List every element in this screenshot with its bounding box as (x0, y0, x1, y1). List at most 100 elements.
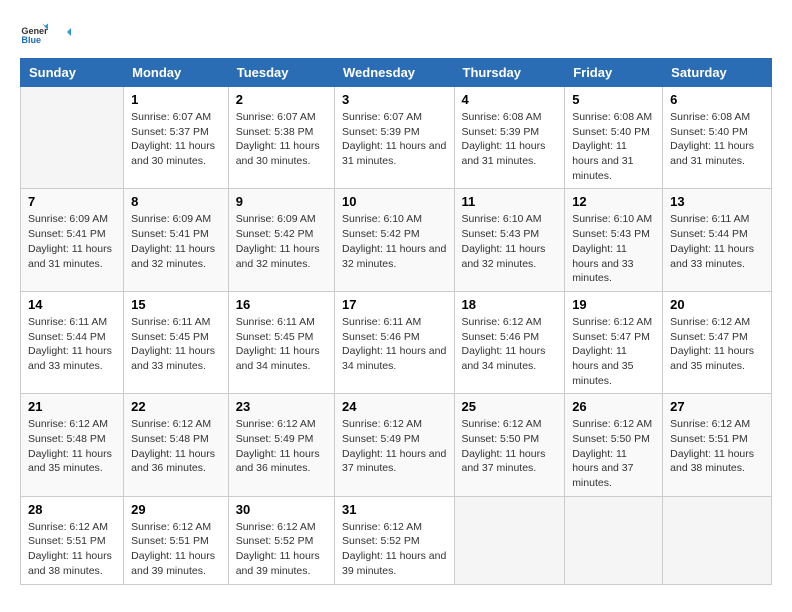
day-number: 24 (342, 399, 446, 414)
day-info: Sunrise: 6:12 AMSunset: 5:48 PMDaylight:… (131, 417, 221, 476)
header-wednesday: Wednesday (335, 59, 454, 87)
day-number: 9 (236, 194, 327, 209)
day-info: Sunrise: 6:07 AMSunset: 5:37 PMDaylight:… (131, 110, 221, 169)
calendar-cell: 20 Sunrise: 6:12 AMSunset: 5:47 PMDayligh… (663, 291, 772, 393)
day-number: 27 (670, 399, 764, 414)
day-info: Sunrise: 6:11 AMSunset: 5:45 PMDaylight:… (236, 315, 327, 374)
day-info: Sunrise: 6:12 AMSunset: 5:48 PMDaylight:… (28, 417, 116, 476)
header: General Blue (20, 20, 772, 48)
calendar-cell: 5Sunrise: 6:08 AMSunset: 5:40 PMDaylight… (565, 87, 663, 189)
day-number: 8 (131, 194, 221, 209)
day-info: Sunrise: 6:12 AMSunset: 5:51 PMDaylight:… (28, 520, 116, 579)
calendar-cell: 16 Sunrise: 6:11 AMSunset: 5:45 PMDayligh… (228, 291, 334, 393)
day-number: 1 (131, 92, 221, 107)
day-info: Sunrise: 6:10 AMSunset: 5:43 PMDaylight:… (462, 212, 558, 271)
day-info: Sunrise: 6:12 AMSunset: 5:51 PMDaylight:… (670, 417, 764, 476)
day-info: Sunrise: 6:08 AMSunset: 5:40 PMDaylight:… (670, 110, 764, 169)
day-info: Sunrise: 6:10 AMSunset: 5:42 PMDaylight:… (342, 212, 446, 271)
header-friday: Friday (565, 59, 663, 87)
day-info: Sunrise: 6:12 AMSunset: 5:52 PMDaylight:… (342, 520, 446, 579)
calendar-cell: 29Sunrise: 6:12 AMSunset: 5:51 PMDayligh… (124, 496, 229, 584)
logo-bird-icon (53, 26, 73, 46)
calendar-week-row: 1 Sunrise: 6:07 AMSunset: 5:37 PMDaylight… (21, 87, 772, 189)
calendar-cell: 19Sunrise: 6:12 AMSunset: 5:47 PMDayligh… (565, 291, 663, 393)
calendar-cell: 15 Sunrise: 6:11 AMSunset: 5:45 PMDayligh… (124, 291, 229, 393)
day-number: 25 (462, 399, 558, 414)
logo: General Blue (20, 20, 74, 48)
calendar-cell: 21 Sunrise: 6:12 AMSunset: 5:48 PMDayligh… (21, 394, 124, 496)
calendar-week-row: 28 Sunrise: 6:12 AMSunset: 5:51 PMDayligh… (21, 496, 772, 584)
day-number: 11 (462, 194, 558, 209)
calendar-cell (454, 496, 565, 584)
calendar-cell (565, 496, 663, 584)
calendar-cell: 1 Sunrise: 6:07 AMSunset: 5:37 PMDaylight… (124, 87, 229, 189)
calendar-cell (21, 87, 124, 189)
header-tuesday: Tuesday (228, 59, 334, 87)
day-info: Sunrise: 6:12 AMSunset: 5:49 PMDaylight:… (236, 417, 327, 476)
day-number: 29 (131, 502, 221, 517)
calendar-table: SundayMondayTuesdayWednesdayThursdayFrid… (20, 58, 772, 585)
header-monday: Monday (124, 59, 229, 87)
day-number: 7 (28, 194, 116, 209)
calendar-cell: 6 Sunrise: 6:08 AMSunset: 5:40 PMDaylight… (663, 87, 772, 189)
day-info: Sunrise: 6:11 AMSunset: 5:46 PMDaylight:… (342, 315, 446, 374)
header-saturday: Saturday (663, 59, 772, 87)
day-info: Sunrise: 6:09 AMSunset: 5:42 PMDaylight:… (236, 212, 327, 271)
calendar-cell: 10 Sunrise: 6:10 AMSunset: 5:42 PMDayligh… (335, 189, 454, 291)
day-number: 6 (670, 92, 764, 107)
calendar-week-row: 14 Sunrise: 6:11 AMSunset: 5:44 PMDayligh… (21, 291, 772, 393)
svg-text:Blue: Blue (21, 35, 41, 45)
calendar-cell: 31Sunrise: 6:12 AMSunset: 5:52 PMDayligh… (335, 496, 454, 584)
day-info: Sunrise: 6:12 AMSunset: 5:50 PMDaylight:… (462, 417, 558, 476)
day-number: 28 (28, 502, 116, 517)
day-number: 10 (342, 194, 446, 209)
calendar-cell: 4Sunrise: 6:08 AMSunset: 5:39 PMDaylight… (454, 87, 565, 189)
calendar-cell: 17 Sunrise: 6:11 AMSunset: 5:46 PMDayligh… (335, 291, 454, 393)
day-number: 30 (236, 502, 327, 517)
logo-icon: General Blue (20, 20, 48, 48)
day-number: 4 (462, 92, 558, 107)
day-number: 14 (28, 297, 116, 312)
day-info: Sunrise: 6:10 AMSunset: 5:43 PMDaylight:… (572, 212, 655, 285)
day-info: Sunrise: 6:08 AMSunset: 5:40 PMDaylight:… (572, 110, 655, 183)
calendar-cell: 11 Sunrise: 6:10 AMSunset: 5:43 PMDayligh… (454, 189, 565, 291)
day-info: Sunrise: 6:09 AMSunset: 5:41 PMDaylight:… (131, 212, 221, 271)
calendar-cell: 22 Sunrise: 6:12 AMSunset: 5:48 PMDayligh… (124, 394, 229, 496)
day-number: 3 (342, 92, 446, 107)
day-number: 21 (28, 399, 116, 414)
day-number: 17 (342, 297, 446, 312)
calendar-cell: 13 Sunrise: 6:11 AMSunset: 5:44 PMDayligh… (663, 189, 772, 291)
day-info: Sunrise: 6:09 AMSunset: 5:41 PMDaylight:… (28, 212, 116, 271)
calendar-cell: 28 Sunrise: 6:12 AMSunset: 5:51 PMDayligh… (21, 496, 124, 584)
calendar-cell: 3 Sunrise: 6:07 AMSunset: 5:39 PMDaylight… (335, 87, 454, 189)
calendar-cell: 14 Sunrise: 6:11 AMSunset: 5:44 PMDayligh… (21, 291, 124, 393)
header-thursday: Thursday (454, 59, 565, 87)
day-info: Sunrise: 6:12 AMSunset: 5:47 PMDaylight:… (670, 315, 764, 374)
calendar-cell: 12Sunrise: 6:10 AMSunset: 5:43 PMDayligh… (565, 189, 663, 291)
day-number: 18 (462, 297, 558, 312)
day-number: 2 (236, 92, 327, 107)
day-info: Sunrise: 6:11 AMSunset: 5:45 PMDaylight:… (131, 315, 221, 374)
day-number: 20 (670, 297, 764, 312)
day-number: 26 (572, 399, 655, 414)
day-info: Sunrise: 6:11 AMSunset: 5:44 PMDaylight:… (28, 315, 116, 374)
calendar-cell: 23 Sunrise: 6:12 AMSunset: 5:49 PMDayligh… (228, 394, 334, 496)
day-info: Sunrise: 6:12 AMSunset: 5:46 PMDaylight:… (462, 315, 558, 374)
day-info: Sunrise: 6:07 AMSunset: 5:39 PMDaylight:… (342, 110, 446, 169)
day-info: Sunrise: 6:11 AMSunset: 5:44 PMDaylight:… (670, 212, 764, 271)
day-info: Sunrise: 6:07 AMSunset: 5:38 PMDaylight:… (236, 110, 327, 169)
day-number: 22 (131, 399, 221, 414)
day-number: 16 (236, 297, 327, 312)
day-number: 19 (572, 297, 655, 312)
calendar-cell: 2 Sunrise: 6:07 AMSunset: 5:38 PMDaylight… (228, 87, 334, 189)
day-info: Sunrise: 6:12 AMSunset: 5:50 PMDaylight:… (572, 417, 655, 490)
calendar-cell: 24Sunrise: 6:12 AMSunset: 5:49 PMDayligh… (335, 394, 454, 496)
day-number: 13 (670, 194, 764, 209)
day-number: 15 (131, 297, 221, 312)
day-number: 23 (236, 399, 327, 414)
calendar-week-row: 21 Sunrise: 6:12 AMSunset: 5:48 PMDayligh… (21, 394, 772, 496)
calendar-week-row: 7 Sunrise: 6:09 AMSunset: 5:41 PMDaylight… (21, 189, 772, 291)
calendar-cell: 26 Sunrise: 6:12 AMSunset: 5:50 PMDayligh… (565, 394, 663, 496)
calendar-cell: 30Sunrise: 6:12 AMSunset: 5:52 PMDayligh… (228, 496, 334, 584)
calendar-cell: 7 Sunrise: 6:09 AMSunset: 5:41 PMDaylight… (21, 189, 124, 291)
